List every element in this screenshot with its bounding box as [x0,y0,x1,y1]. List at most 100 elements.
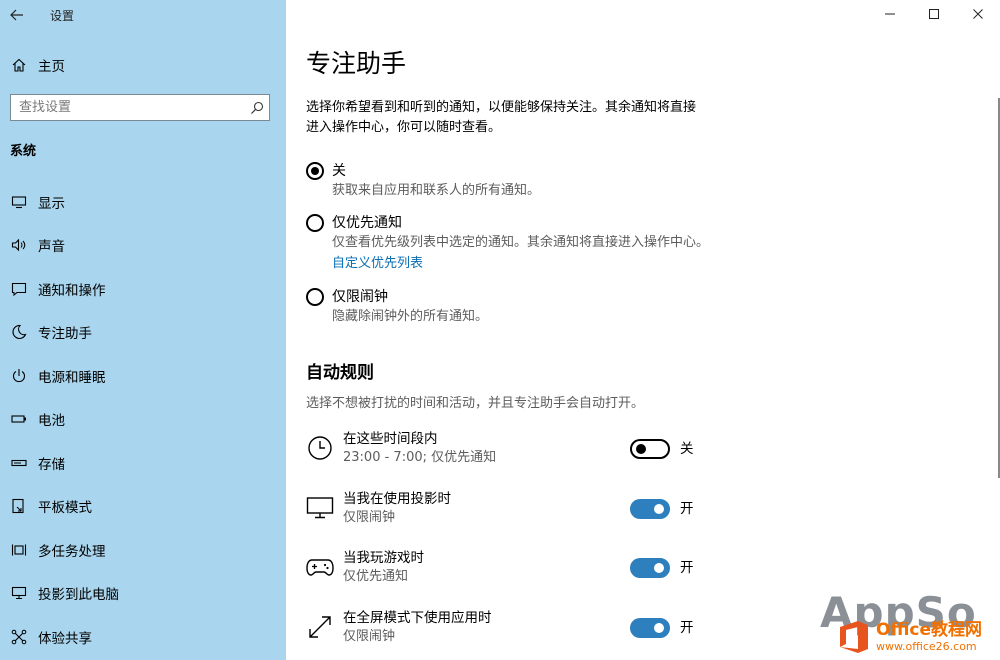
radio-selected-dot [311,167,319,175]
auto-rules-list: 在这些时间段内 23:00 - 7:00; 仅优先通知 关 当我在使用投影时 仅… [306,428,726,660]
rule-text: 当我玩游戏时 仅优先通知 [343,549,424,586]
sidebar-item-label: 电源和睡眠 [38,369,106,386]
toggle-duplicating-display[interactable] [630,498,670,519]
sidebar-item-project[interactable]: 投影到此电脑 [0,572,286,616]
toggle-knob [636,444,646,454]
sidebar-item-shared-experiences[interactable]: 体验共享 [0,615,286,659]
radio-label[interactable]: 仅限闹钟 [332,286,726,308]
toggle-state-label: 开 [680,619,694,636]
back-button[interactable] [0,1,34,29]
sidebar-item-display[interactable]: 显示 [0,180,286,224]
intro-text: 选择你希望看到和听到的通知，以便能够保持关注。其余通知将直接进入操作中心，你可以… [306,100,697,135]
office-watermark-name: Office教程网 [876,620,983,640]
sidebar-item-label: 专注助手 [38,326,92,343]
office-watermark-text: Office教程网 www.office26.com [876,620,983,654]
rule-title[interactable]: 在全屏模式下使用应用时 [343,609,492,628]
main-content: 专注助手 选择你希望看到和听到的通知，以便能够保持关注。其余通知将直接进入操作中… [286,0,1000,660]
radio-button-alarms-only[interactable] [306,288,324,306]
sidebar-nav: 显示 声音 通知和操作 专注助手 电源和睡眠 电池 存储 平板模式 多任务处理 … [0,180,286,659]
office-watermark-url: www.office26.com [876,640,977,653]
rule-text: 在这些时间段内 23:00 - 7:00; 仅优先通知 [343,430,496,467]
sidebar-item-battery[interactable]: 电池 [0,398,286,442]
notification-icon [0,279,38,299]
rule-subtitle: 仅优先通知 [343,569,409,584]
sidebar-item-multitasking[interactable]: 多任务处理 [0,528,286,572]
sidebar-section-title: 系统 [10,144,37,159]
page-title: 专注助手 [306,49,407,78]
radio-button-off[interactable] [306,162,324,180]
toggle-knob [654,622,664,633]
share-icon [0,627,38,647]
clock-icon [306,434,334,462]
titlebar-left: 设置 [0,0,286,30]
rule-title[interactable]: 在这些时间段内 [343,430,496,449]
storage-icon [0,453,38,473]
auto-rules-desc: 选择不想被打扰的时间和活动，并且专注助手会自动打开。 [306,396,645,411]
toggle-state-label: 关 [680,441,694,457]
rule-text: 在全屏模式下使用应用时 仅限闹钟 [343,609,492,646]
rule-subtitle: 仅限闹钟 [343,628,396,644]
search-box [10,94,270,121]
back-arrow-icon [10,9,23,21]
rule-subtitle: 仅限闹钟 [343,509,396,525]
sidebar-item-focus-assist[interactable]: 专注助手 [0,311,286,355]
sidebar-item-label: 声音 [38,239,65,256]
toggle-fullscreen-app[interactable] [630,617,670,638]
battery-icon [0,409,38,429]
toggle-knob [654,503,664,514]
app-title: 设置 [50,8,75,23]
toggle-playing-game[interactable] [630,558,670,578]
sidebar-item-sound[interactable]: 声音 [0,224,286,268]
project-icon [0,583,38,603]
toggle-during-times[interactable] [630,439,670,459]
rule-title[interactable]: 当我玩游戏时 [343,549,424,568]
office-watermark: Office教程网 www.office26.com [836,614,1000,660]
sidebar: 设置 主页 系统 显示 声音 通知和操作 [0,0,286,660]
sidebar-item-tablet-mode[interactable]: 平板模式 [0,485,286,529]
radio-label[interactable]: 关 [332,160,726,182]
sidebar-item-label: 显示 [38,195,65,212]
toggle-state-label: 开 [680,560,694,576]
rule-text: 当我在使用投影时 仅限闹钟 [343,490,451,527]
rule-playing-game: 当我玩游戏时 仅优先通知 开 [306,547,726,607]
sidebar-item-label: 平板模式 [38,500,92,517]
rule-title[interactable]: 当我在使用投影时 [343,490,451,509]
office-logo-icon [840,621,868,653]
sidebar-item-label: 多任务处理 [38,543,106,560]
moon-icon [0,322,38,342]
radio-button-priority-only[interactable] [306,214,324,232]
radio-desc: 隐藏除闹钟外的所有通知。 [332,309,489,324]
auto-rules-title: 自动规则 [306,363,374,383]
search-icon[interactable] [245,95,269,120]
sidebar-item-label: 通知和操作 [38,282,106,299]
sidebar-item-label: 投影到此电脑 [38,587,119,604]
monitor-icon [0,192,38,212]
tablet-icon [0,496,38,516]
rule-during-times: 在这些时间段内 23:00 - 7:00; 仅优先通知 关 [306,428,726,488]
radio-option-alarms-only: 仅限闹钟 隐藏除闹钟外的所有通知。 [306,286,726,326]
rule-fullscreen-app: 在全屏模式下使用应用时 仅限闹钟 开 [306,607,726,660]
home-icon [0,55,38,75]
sidebar-item-storage[interactable]: 存储 [0,441,286,485]
focus-mode-radio-group: 关 获取来自应用和联系人的所有通知。 仅优先通知 仅查看优先级列表中选定的通知。… [306,160,726,338]
sidebar-item-notifications[interactable]: 通知和操作 [0,267,286,311]
sidebar-item-label: 存储 [38,456,65,473]
radio-option-off: 关 获取来自应用和联系人的所有通知。 [306,160,726,200]
toggle-state-label: 开 [680,500,694,517]
sidebar-item-label: 体验共享 [38,630,92,647]
sidebar-item-label: 主页 [38,59,65,75]
search-input[interactable] [11,95,245,120]
radio-desc: 仅查看优先级列表中选定的通知。其余通知将直接进入操作中心。 [332,235,710,250]
radio-label[interactable]: 仅优先通知 [332,212,726,234]
rule-duplicating-display: 当我在使用投影时 仅限闹钟 开 [306,488,726,548]
radio-option-priority-only: 仅优先通知 仅查看优先级列表中选定的通知。其余通知将直接进入操作中心。 自定义优… [306,212,726,274]
monitor-icon [306,494,334,522]
fullscreen-arrow-icon [306,613,334,641]
sidebar-item-label: 电池 [38,413,65,430]
toggle-knob [654,563,664,573]
gamepad-icon [306,553,334,581]
sidebar-item-power[interactable]: 电源和睡眠 [0,354,286,398]
customize-priority-list-link[interactable]: 自定义优先列表 [332,254,423,274]
sidebar-item-home[interactable]: 主页 [0,50,286,80]
radio-desc: 获取来自应用和联系人的所有通知。 [332,183,541,198]
